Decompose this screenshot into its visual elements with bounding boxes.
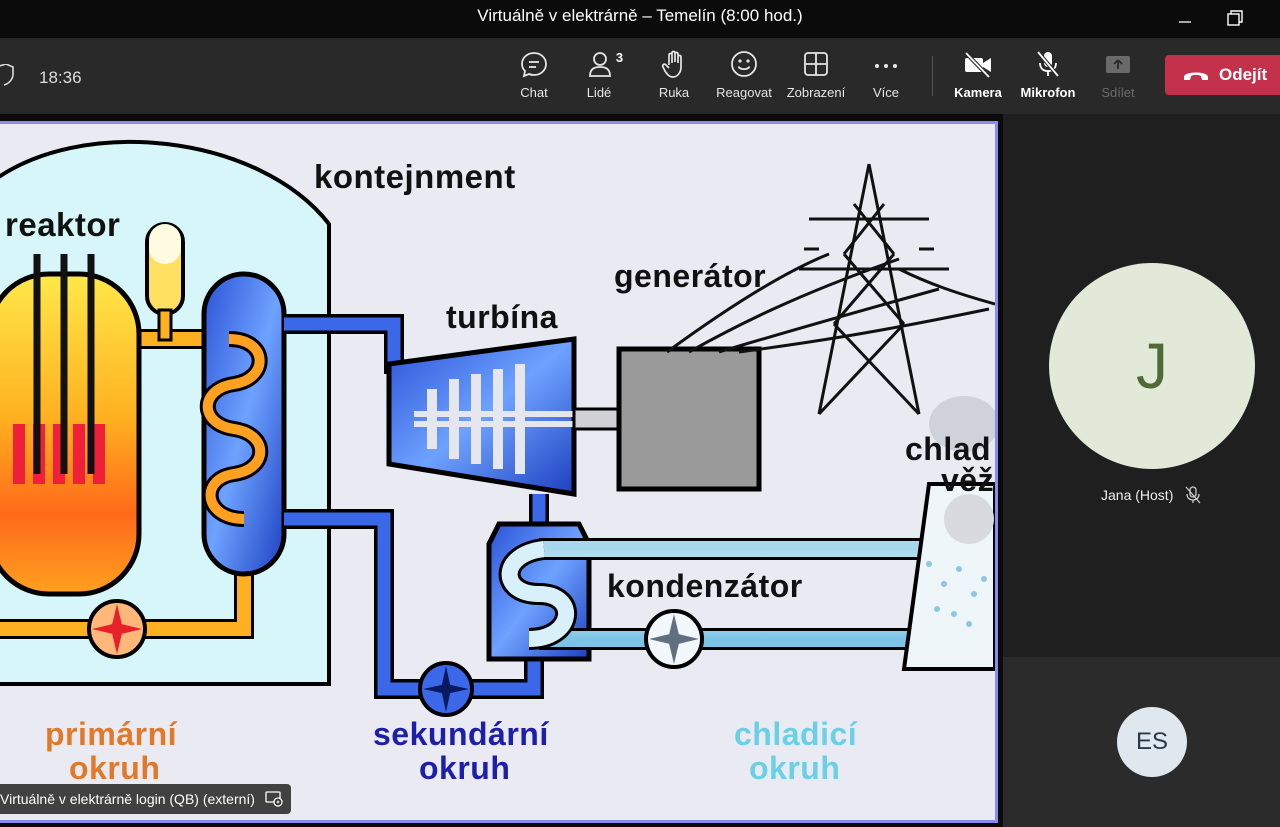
chat-icon [521, 52, 547, 78]
more-icon [875, 64, 897, 68]
self-view-tile[interactable]: ES [1003, 657, 1280, 827]
camera-off-icon [964, 51, 991, 78]
people-icon [588, 52, 611, 77]
participant-tile-host[interactable]: J Jana (Host) [1003, 114, 1280, 657]
generator [616, 346, 762, 492]
mic-muted-icon [1185, 486, 1201, 504]
label-primary-1: primární [45, 716, 178, 752]
label-condenser: kondenzátor [607, 568, 803, 604]
view-label: Zobrazení [786, 85, 846, 100]
react-button[interactable]: Reagovat [714, 50, 774, 106]
secondary-pump [418, 661, 474, 717]
screen-share-indicator-icon [265, 791, 283, 807]
people-label: Lidé [586, 85, 612, 100]
raise-hand-button[interactable]: Ruka [656, 50, 692, 106]
share-button[interactable]: Sdílet [1099, 50, 1137, 106]
restore-button[interactable] [1212, 2, 1258, 34]
leave-button[interactable]: Odejít [1165, 55, 1280, 95]
meeting-toolbar: 18:36 Chat 3 Lidé Ruka Reagovat Zobrazen… [0, 38, 1280, 114]
presenter-name: Virtuálně v elektrárně login (QB) (exter… [0, 791, 255, 807]
camera-button[interactable]: Kamera [953, 50, 1003, 106]
label-containment: kontejnment [314, 158, 516, 195]
cooling-pump [644, 609, 704, 669]
minimize-button[interactable] [1162, 2, 1208, 34]
chat-button[interactable]: Chat [516, 50, 552, 106]
mic-button[interactable]: Mikrofon [1019, 50, 1077, 106]
window-title: Virtuálně v elektrárně – Temelín (8:00 h… [477, 6, 803, 25]
shared-content-frame: kontejnment reaktor generátor turbína ch… [0, 121, 998, 823]
people-count: 3 [615, 50, 624, 65]
shield-icon [0, 64, 14, 86]
label-turbine: turbína [446, 299, 558, 335]
emoji-icon [731, 51, 757, 77]
leave-label: Odejít [1219, 65, 1268, 84]
label-secondary-1: sekundární [373, 716, 549, 752]
share-screen-icon [1106, 56, 1130, 73]
label-cooling-1: chladicí [734, 716, 858, 752]
self-avatar: ES [1117, 707, 1187, 777]
label-secondary-2: okruh [419, 750, 511, 786]
grid-view-icon [804, 52, 828, 76]
restore-icon [1227, 10, 1243, 26]
label-cooling-tower-2: věž [941, 462, 995, 498]
react-label: Reagovat [716, 85, 772, 100]
view-button[interactable]: Zobrazení [785, 50, 847, 106]
hand-icon [661, 50, 682, 78]
more-label: Více [872, 85, 899, 100]
participant-name: Jana (Host) [1101, 487, 1174, 503]
mic-off-icon [1036, 50, 1060, 78]
more-button[interactable]: Více [868, 50, 904, 106]
steam-generator [199, 271, 287, 577]
toolbar-divider [932, 56, 933, 96]
label-primary-2: okruh [69, 750, 161, 786]
meeting-timer: 18:36 [39, 68, 82, 87]
mic-label: Mikrofon [1020, 85, 1076, 100]
chat-label: Chat [520, 85, 548, 100]
label-reactor: reaktor [5, 206, 121, 243]
reactor-vessel [0, 254, 142, 597]
share-label: Sdílet [1101, 85, 1135, 100]
label-cooling-2: okruh [749, 750, 841, 786]
people-button[interactable]: 3 Lidé [584, 50, 626, 106]
turbine [386, 336, 626, 497]
presenter-badge[interactable]: Virtuálně v elektrárně login (QB) (exter… [0, 784, 291, 814]
camera-label: Kamera [954, 85, 1002, 100]
raise-hand-label: Ruka [658, 85, 690, 100]
minimize-icon [1179, 21, 1191, 23]
participant-avatar: J [1049, 263, 1255, 469]
label-generator: generátor [614, 258, 767, 294]
title-bar: Virtuálně v elektrárně – Temelín (8:00 h… [0, 0, 1280, 38]
hang-up-icon [1184, 72, 1208, 80]
shared-screen-stage: kontejnment reaktor generátor turbína ch… [0, 114, 1003, 827]
primary-pump [87, 599, 147, 659]
